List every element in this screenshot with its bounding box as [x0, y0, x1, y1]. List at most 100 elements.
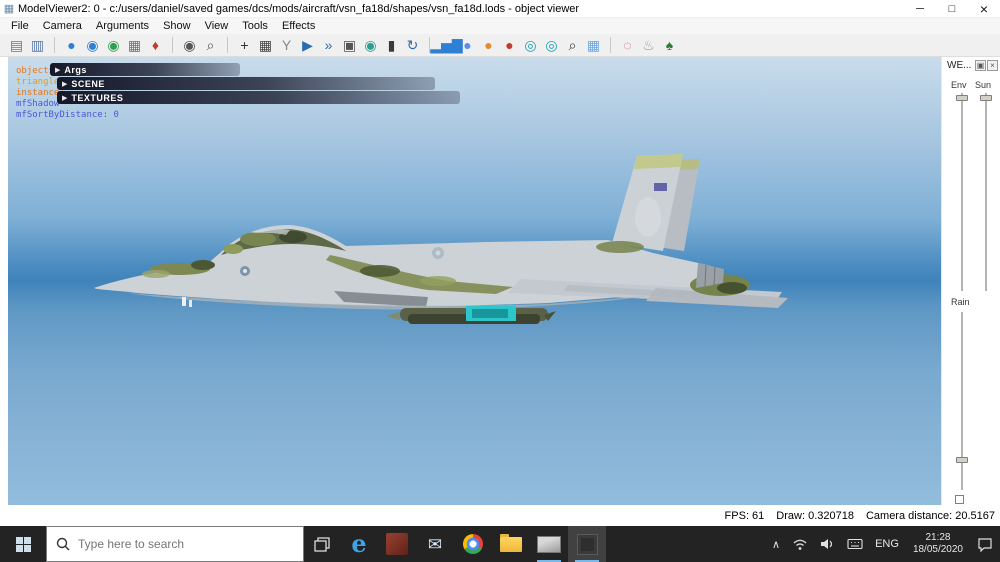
system-tray: ∧ ENG 21:28 18/05 [766, 526, 1000, 562]
layers-icon[interactable]: ▥ [27, 35, 48, 55]
windows-logo-icon [16, 537, 31, 552]
toolbar-separator [54, 37, 61, 53]
clock-date: 18/05/2020 [913, 544, 963, 556]
sun-ball-icon[interactable]: ● [478, 35, 499, 55]
volume-icon[interactable] [814, 526, 841, 562]
rings2-icon[interactable]: ◎ [541, 35, 562, 55]
rain-slider-track [961, 312, 963, 490]
earth-icon[interactable]: ◉ [360, 35, 381, 55]
taskbar-app-modelviewer[interactable] [568, 526, 606, 562]
task-view-icon [314, 537, 330, 552]
language-indicator[interactable]: ENG [869, 526, 905, 562]
taskbar-app-edge[interactable]: e [340, 526, 378, 562]
blob-icon[interactable]: ● [457, 35, 478, 55]
sun-slider[interactable] [980, 93, 992, 291]
taskbar-app-game[interactable] [378, 526, 416, 562]
toolbar: ▤▥●◉◉▦♦◉⌕+▦Y▶»▣◉▮↻▂▅▇●●●◎◎⌕▦◌♨♠ [0, 34, 1000, 57]
grid-icon[interactable]: ▦ [124, 35, 145, 55]
aircraft-model [8, 57, 941, 505]
search-input[interactable] [78, 537, 278, 551]
menu-item-tools[interactable]: Tools [235, 20, 275, 32]
taskbar-search[interactable] [46, 526, 304, 562]
mesh-icon[interactable]: ▦ [255, 35, 276, 55]
webcam-icon[interactable]: ◉ [179, 35, 200, 55]
env-slider-track [961, 93, 963, 291]
rain-label: Rain [951, 297, 970, 307]
taskbar-app-photos-icon [537, 536, 561, 553]
new-file-icon[interactable]: ▤ [6, 35, 27, 55]
rings-icon[interactable]: ◎ [520, 35, 541, 55]
taskbar-clock[interactable]: 21:28 18/05/2020 [905, 532, 971, 556]
taskbar-app-photos[interactable] [530, 526, 568, 562]
status-bar: FPS: 61 Draw: 0.320718 Camera distance: … [0, 505, 1000, 526]
env-label: Env [951, 80, 967, 90]
start-button[interactable] [0, 526, 46, 562]
expand-arrow-icon: ▶ [55, 66, 60, 74]
sphere-icon[interactable]: ● [61, 35, 82, 55]
panel-close-icon[interactable]: × [987, 60, 998, 71]
menu-item-camera[interactable]: Camera [36, 20, 89, 32]
crosshair-icon[interactable]: + [234, 35, 255, 55]
menu-item-effects[interactable]: Effects [275, 20, 322, 32]
menu-item-file[interactable]: File [4, 20, 36, 32]
action-center-icon[interactable] [971, 526, 1000, 562]
dotted-circle-icon[interactable]: ◌ [617, 35, 638, 55]
taskbar-app-modelviewer-icon [577, 534, 598, 555]
tree-icon[interactable]: ♠ [659, 35, 680, 55]
panel-checkbox[interactable] [955, 495, 964, 504]
panel-icon[interactable]: ▮ [381, 35, 402, 55]
fps-value: FPS: 61 [725, 510, 765, 522]
maximize-button[interactable]: □ [936, 0, 968, 17]
taskbar-app-mail[interactable]: ✉ [416, 526, 454, 562]
network-icon[interactable] [786, 526, 814, 562]
env-slider-thumb[interactable] [956, 95, 968, 101]
taskbar-apps: e✉ [340, 526, 606, 562]
close-button[interactable]: × [968, 0, 1000, 17]
find-text-icon[interactable]: ⌕ [562, 35, 583, 55]
panel-label: SCENE [71, 79, 105, 89]
chart-icon[interactable]: ▂▅▇ [436, 35, 457, 55]
panel-header-args[interactable]: ▶Args [50, 63, 240, 76]
app-icon: ▦ [0, 2, 18, 15]
keyboard-icon[interactable] [841, 526, 869, 562]
forward-icon[interactable]: » [318, 35, 339, 55]
toolbar-separator [172, 37, 179, 53]
apple-icon[interactable]: ● [499, 35, 520, 55]
clock-time: 21:28 [925, 532, 950, 544]
globe-icon[interactable]: ◉ [103, 35, 124, 55]
environment-panel: WE... ▣ × Env Sun Rain [941, 57, 1000, 505]
fire-icon[interactable]: ♦ [145, 35, 166, 55]
taskbar-app-explorer-icon [500, 537, 522, 552]
tray-chevron-icon[interactable]: ∧ [766, 526, 786, 562]
menu-item-arguments[interactable]: Arguments [89, 20, 156, 32]
rain-slider-thumb[interactable] [956, 457, 968, 463]
menu-item-show[interactable]: Show [156, 20, 198, 32]
play-icon[interactable]: ▶ [297, 35, 318, 55]
debug-line: mfSortByDistance: 0 [16, 110, 119, 121]
env-slider[interactable] [956, 93, 968, 291]
jug-icon[interactable]: ♨ [638, 35, 659, 55]
expand-arrow-icon: ▶ [62, 80, 67, 88]
panel-dock-icon[interactable]: ▣ [975, 60, 986, 71]
grid-blue-icon[interactable]: ▦ [583, 35, 604, 55]
taskbar-app-chrome[interactable] [454, 526, 492, 562]
filter-icon[interactable]: Y [276, 35, 297, 55]
sun-slider-thumb[interactable] [980, 95, 992, 101]
panel-header-textures[interactable]: ▶TEXTURES [57, 91, 460, 104]
model-viewport[interactable]: objects: Utriangles:instance:mfShadowmfS… [8, 57, 941, 505]
rain-slider[interactable] [956, 312, 968, 490]
orbit-icon[interactable]: ◉ [82, 35, 103, 55]
sun-label: Sun [975, 80, 991, 90]
magnifier-icon[interactable]: ⌕ [200, 35, 221, 55]
camera-distance-value: Camera distance: 20.5167 [866, 510, 995, 522]
taskbar-app-explorer[interactable] [492, 526, 530, 562]
refresh-icon[interactable]: ↻ [402, 35, 423, 55]
taskbar-app-chrome-icon [463, 534, 483, 554]
camera-icon[interactable]: ▣ [339, 35, 360, 55]
sun-slider-track [985, 93, 987, 291]
menu-item-view[interactable]: View [198, 20, 236, 32]
minimize-button[interactable]: ─ [904, 0, 936, 17]
panel-header-scene[interactable]: ▶ SCENE [57, 77, 435, 90]
task-view-button[interactable] [304, 526, 340, 562]
window-controls: ─ □ × [904, 0, 1000, 17]
